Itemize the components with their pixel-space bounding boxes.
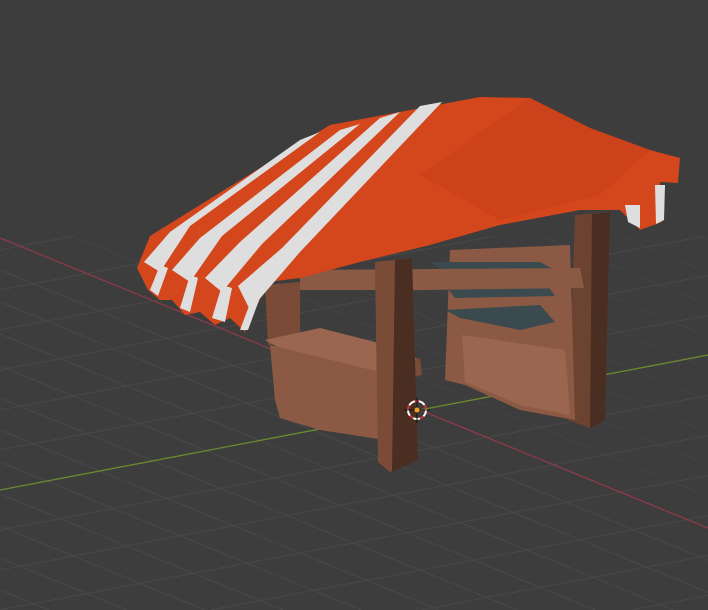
crossbeam [300, 268, 584, 290]
3d-viewport[interactable] [0, 0, 708, 610]
back-post-shadow [590, 212, 610, 428]
grid-line [0, 429, 440, 610]
grid-line [0, 435, 708, 571]
grid-line [0, 525, 206, 610]
grid-line [421, 555, 708, 610]
grid-line [619, 235, 708, 273]
front-post-shadow [392, 258, 418, 472]
grid-line [0, 493, 284, 610]
grid-line [0, 557, 127, 610]
viewport-canvas[interactable] [0, 0, 708, 610]
grid-line [210, 515, 708, 610]
market-stall-model[interactable] [137, 97, 680, 472]
grid-line [0, 397, 518, 610]
grid-line [0, 589, 49, 610]
grid-line [0, 475, 708, 610]
